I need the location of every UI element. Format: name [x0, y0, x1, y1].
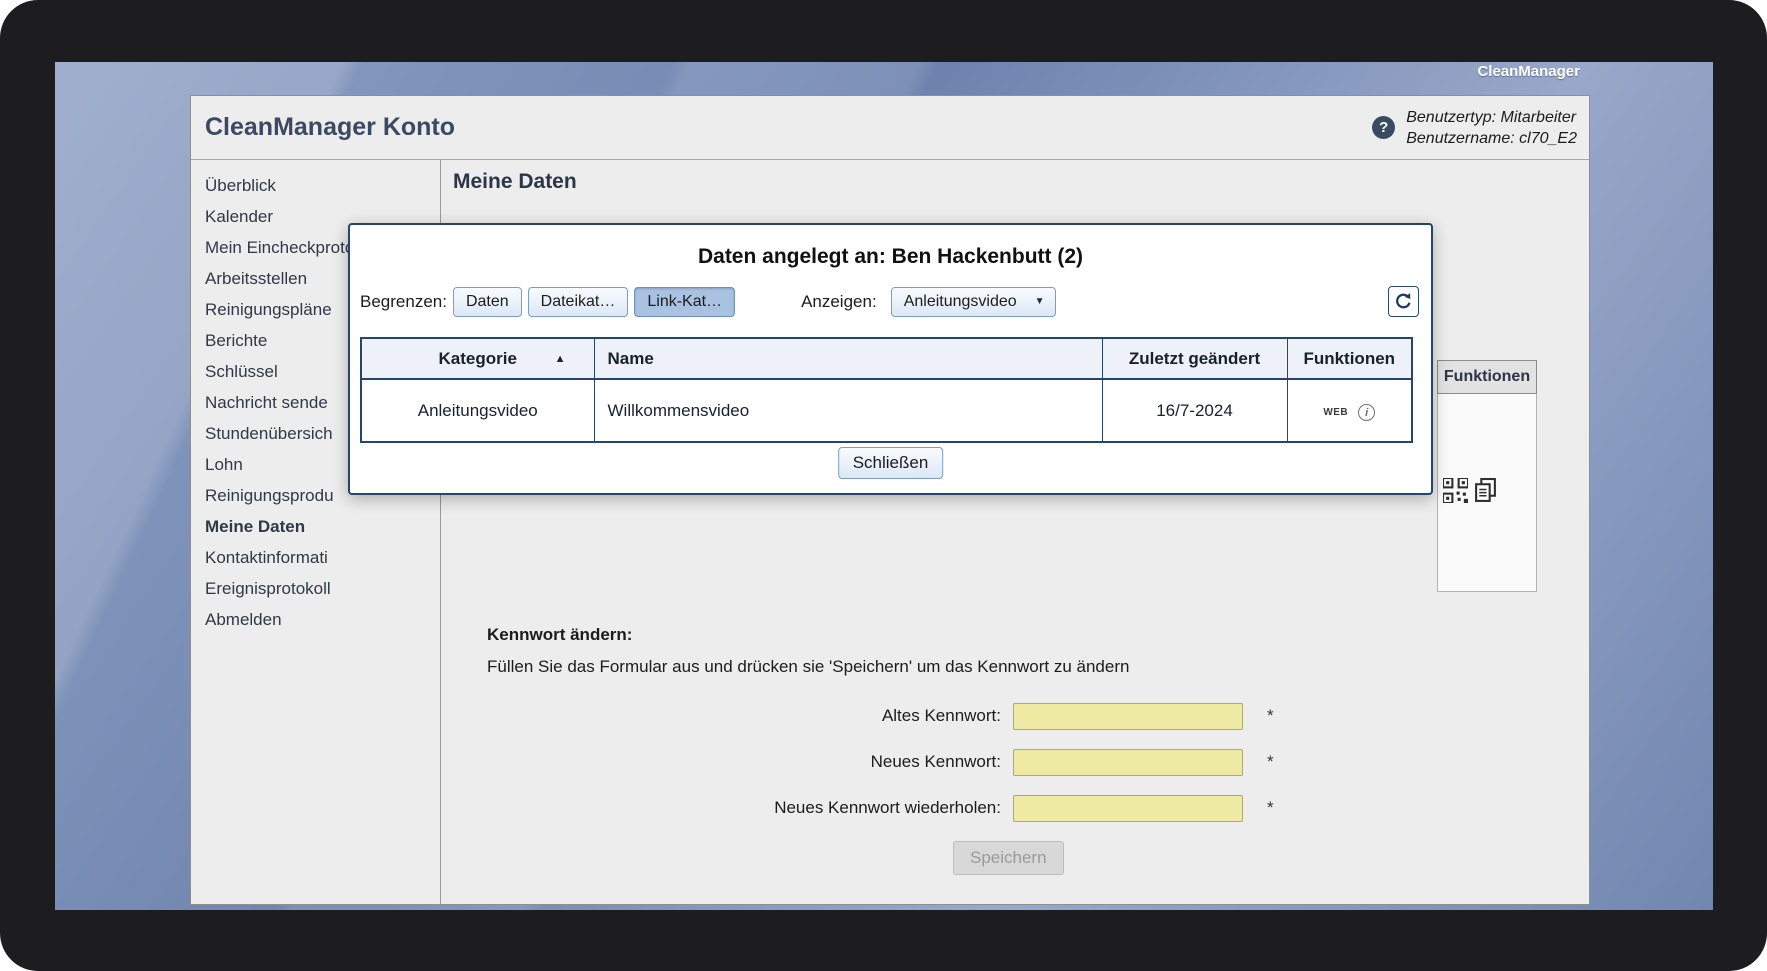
- sidebar-item-ueberblick[interactable]: Überblick: [191, 170, 440, 201]
- repeat-password-field[interactable]: [1013, 795, 1243, 822]
- password-form: Altes Kennwort: * Neues Kennwort: * Neue…: [487, 693, 1559, 831]
- device-bezel: CleanManager CleanManager Konto ? Benutz…: [0, 0, 1767, 971]
- form-row-new-password: Neues Kennwort: *: [487, 739, 1559, 785]
- cell-kategorie: Anleitungsvideo: [361, 379, 594, 442]
- modal-controls: Begrenzen: Daten Dateikat… Link-Kat… Anz…: [360, 286, 1419, 317]
- required-asterisk: *: [1267, 798, 1274, 818]
- column-header-name[interactable]: Name: [594, 338, 1102, 379]
- repeat-password-label: Neues Kennwort wiederholen:: [487, 798, 1001, 818]
- kategorie-header-label: Kategorie: [439, 349, 517, 368]
- help-icon[interactable]: ?: [1372, 116, 1395, 139]
- old-password-field[interactable]: [1013, 703, 1243, 730]
- filter-button-dateikategorie[interactable]: Dateikat…: [528, 287, 629, 317]
- form-row-repeat-password: Neues Kennwort wiederholen: *: [487, 785, 1559, 831]
- modal-data-table: Kategorie ▲ Name Zuletzt geändert Funkti…: [360, 337, 1413, 443]
- old-password-label: Altes Kennwort:: [487, 706, 1001, 726]
- sort-asc-icon[interactable]: ▲: [555, 353, 566, 365]
- required-asterisk: *: [1267, 752, 1274, 772]
- modal-title: Daten angelegt an: Ben Hackenbutt (2): [350, 245, 1431, 269]
- data-modal: Daten angelegt an: Ben Hackenbutt (2) Be…: [348, 223, 1433, 495]
- refresh-icon: [1394, 292, 1413, 311]
- brand-logo: CleanManager: [1477, 63, 1580, 80]
- background-funktionen-cell: [1437, 394, 1537, 592]
- anzeigen-dropdown[interactable]: Anleitungsvideo ▼: [891, 287, 1056, 317]
- panel-header: CleanManager Konto ? Benutzertyp: Mitarb…: [191, 96, 1589, 160]
- filter-button-daten[interactable]: Daten: [453, 287, 522, 317]
- cell-funktionen: WEB i: [1287, 379, 1412, 442]
- cell-name: Willkommensvideo: [594, 379, 1102, 442]
- user-info-block: ? Benutzertyp: Mitarbeiter Benutzername:…: [1372, 107, 1577, 149]
- anzeigen-label: Anzeigen:: [801, 292, 877, 312]
- filter-button-link-kategorie[interactable]: Link-Kat…: [634, 287, 735, 317]
- save-button[interactable]: Speichern: [953, 841, 1064, 875]
- required-asterisk: *: [1267, 706, 1274, 726]
- panel-body: Überblick Kalender Mein Eincheckprotokol…: [191, 160, 1589, 904]
- column-header-kategorie[interactable]: Kategorie ▲: [361, 338, 594, 379]
- close-button[interactable]: Schließen: [838, 447, 944, 479]
- column-header-funktionen: Funktionen: [1287, 338, 1412, 379]
- page-title: CleanManager Konto: [205, 113, 455, 142]
- table-row: Anleitungsvideo Willkommensvideo 16/7-20…: [361, 379, 1412, 442]
- dropdown-value: Anleitungsvideo: [904, 293, 1017, 311]
- background-table-fragment: Funktionen: [1437, 360, 1537, 592]
- sidebar-item-kontaktinformation[interactable]: Kontaktinformati: [191, 542, 440, 573]
- info-icon[interactable]: i: [1358, 404, 1375, 421]
- chevron-down-icon: ▼: [1035, 296, 1045, 307]
- web-link-badge[interactable]: WEB: [1323, 407, 1348, 418]
- main-panel: CleanManager Konto ? Benutzertyp: Mitarb…: [190, 95, 1590, 905]
- save-button-wrap: Speichern: [953, 841, 1559, 875]
- background-funktionen-header: Funktionen: [1437, 360, 1537, 394]
- password-heading: Kennwort ändern:: [487, 625, 1559, 645]
- form-row-old-password: Altes Kennwort: *: [487, 693, 1559, 739]
- cell-zuletzt-geaendert: 16/7-2024: [1102, 379, 1287, 442]
- password-instruction: Füllen Sie das Formular aus und drücken …: [487, 657, 1559, 677]
- table-header-row: Kategorie ▲ Name Zuletzt geändert Funkti…: [361, 338, 1412, 379]
- copy-document-icon[interactable]: [1474, 478, 1497, 503]
- begrenzen-label: Begrenzen:: [360, 292, 447, 312]
- qr-code-icon[interactable]: [1443, 478, 1468, 503]
- desktop-background: CleanManager CleanManager Konto ? Benutz…: [55, 62, 1713, 910]
- new-password-field[interactable]: [1013, 749, 1243, 776]
- user-name-label: Benutzername: cl70_E2: [1406, 128, 1577, 149]
- user-type-label: Benutzertyp: Mitarbeiter: [1406, 107, 1577, 128]
- column-header-zuletzt-geaendert[interactable]: Zuletzt geändert: [1102, 338, 1287, 379]
- password-section: Kennwort ändern: Füllen Sie das Formular…: [487, 625, 1559, 875]
- new-password-label: Neues Kennwort:: [487, 752, 1001, 772]
- sidebar-item-ereignisprotokoll[interactable]: Ereignisprotokoll: [191, 573, 440, 604]
- user-info-text: Benutzertyp: Mitarbeiter Benutzername: c…: [1406, 107, 1577, 149]
- content-title: Meine Daten: [453, 170, 1589, 194]
- refresh-button[interactable]: [1388, 286, 1419, 317]
- sidebar-item-meine-daten[interactable]: Meine Daten: [191, 511, 440, 542]
- sidebar-item-abmelden[interactable]: Abmelden: [191, 604, 440, 635]
